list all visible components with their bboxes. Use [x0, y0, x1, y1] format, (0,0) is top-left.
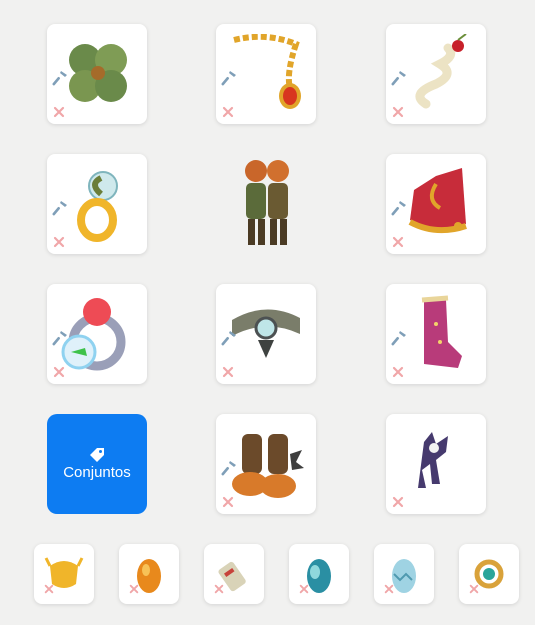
remove-icon[interactable] — [392, 106, 404, 118]
slot-golden-ring[interactable] — [47, 154, 147, 254]
slot-golden-helmet[interactable] — [34, 544, 94, 604]
slot-pale-egg[interactable] — [374, 544, 434, 604]
remove-icon[interactable] — [392, 236, 404, 248]
slot-red-crown[interactable] — [386, 154, 486, 254]
hammer-icon[interactable] — [52, 199, 70, 217]
remove-icon[interactable] — [222, 496, 234, 508]
remove-icon[interactable] — [222, 106, 234, 118]
remove-icon[interactable] — [392, 366, 404, 378]
remove-icon[interactable] — [214, 584, 224, 594]
hammer-icon[interactable] — [391, 329, 409, 347]
remove-icon[interactable] — [384, 584, 394, 594]
slot-clover-shield[interactable] — [47, 24, 147, 124]
remove-icon[interactable] — [53, 106, 65, 118]
slot-amber-egg[interactable] — [119, 544, 179, 604]
slot-bandage-scroll[interactable] — [204, 544, 264, 604]
slot-mechanical-belt[interactable] — [216, 284, 316, 384]
hammer-icon[interactable] — [391, 69, 409, 87]
remove-icon[interactable] — [53, 236, 65, 248]
hammer-icon[interactable] — [221, 69, 239, 87]
pet-figure-icon — [418, 432, 448, 488]
slot-gold-amulet[interactable] — [216, 24, 316, 124]
hammer-icon[interactable] — [221, 459, 239, 477]
sets-button-label: Conjuntos — [63, 464, 131, 481]
slot-cherry-hat[interactable] — [386, 24, 486, 124]
hammer-icon[interactable] — [221, 329, 239, 347]
remove-icon[interactable] — [53, 366, 65, 378]
slot-pet[interactable] — [386, 414, 486, 514]
character-preview — [245, 160, 289, 245]
slot-pink-boots[interactable] — [386, 284, 486, 384]
slot-teal-egg[interactable] — [289, 544, 349, 604]
remove-icon[interactable] — [129, 584, 139, 594]
remove-icon[interactable] — [469, 584, 479, 594]
hammer-icon[interactable] — [52, 69, 70, 87]
remove-icon[interactable] — [222, 366, 234, 378]
slot-jade-ring[interactable] — [459, 544, 519, 604]
slot-red-orb-ring[interactable] — [47, 284, 147, 384]
tag-icon — [90, 448, 104, 462]
remove-icon[interactable] — [299, 584, 309, 594]
slot-steampunk-boots[interactable] — [216, 414, 316, 514]
sets-button[interactable]: Conjuntos — [47, 414, 147, 514]
remove-icon[interactable] — [44, 584, 54, 594]
hammer-icon[interactable] — [52, 329, 70, 347]
remove-icon[interactable] — [392, 496, 404, 508]
hammer-icon[interactable] — [391, 199, 409, 217]
